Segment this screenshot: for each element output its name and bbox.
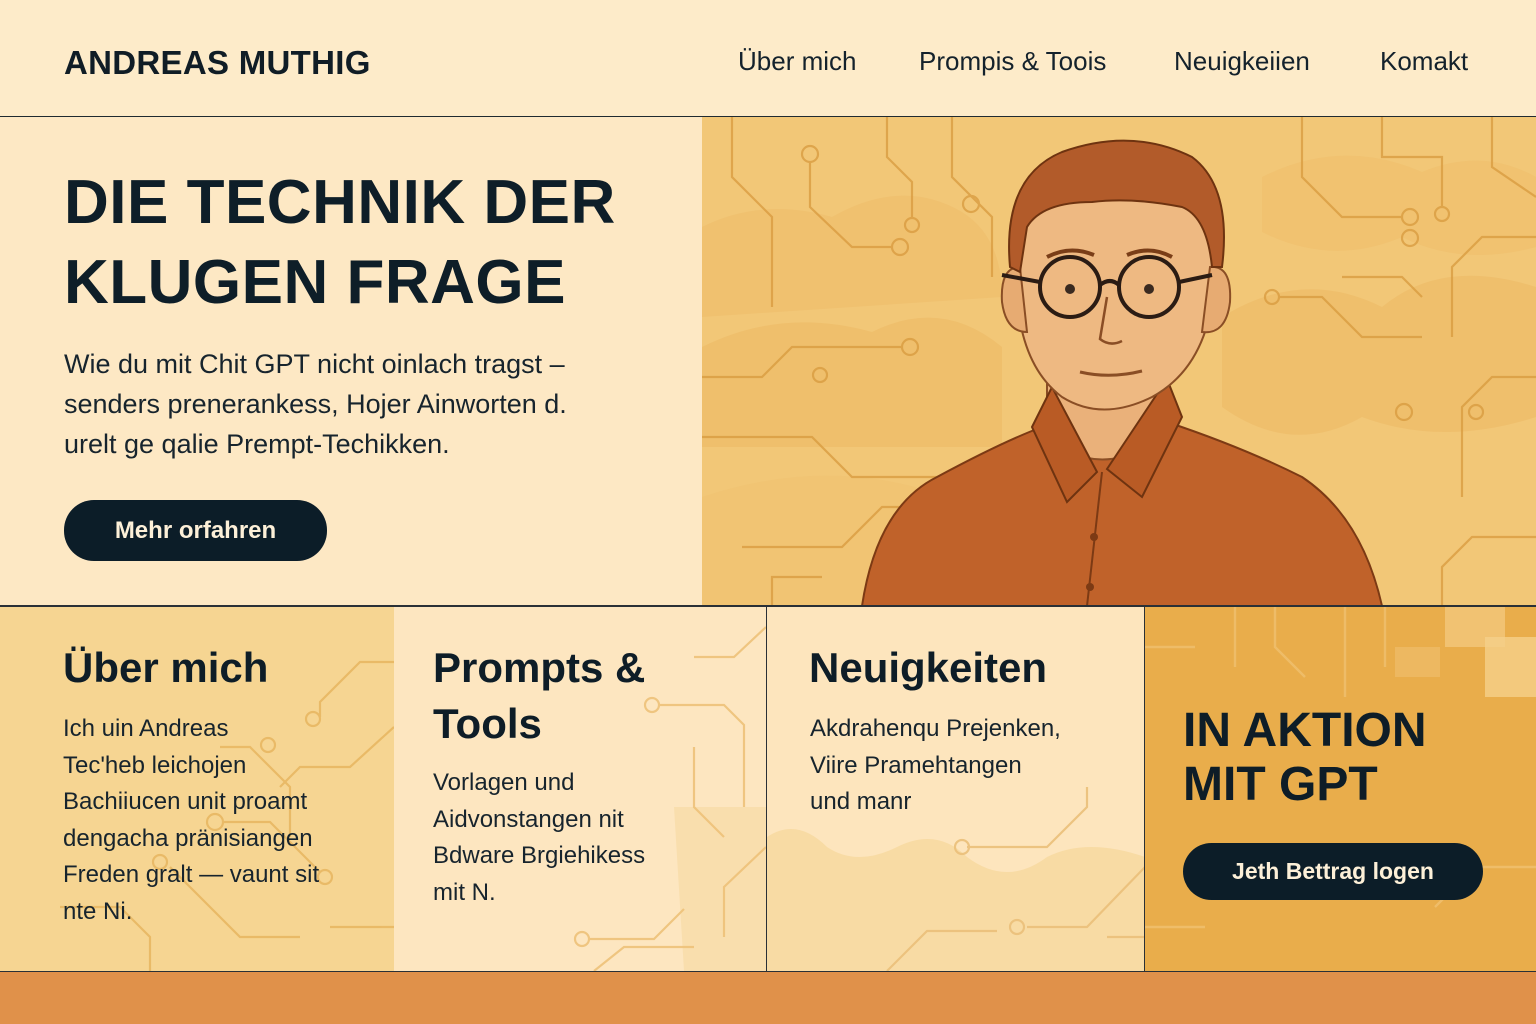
write-post-button[interactable]: Jeth Bettrag logen bbox=[1183, 843, 1483, 900]
card-news[interactable]: Neuigkeiten Akdrahenqu Prejenken, Viire … bbox=[766, 607, 1144, 971]
hero-subtitle-line: urelt ge qalie Prempt-Techikken. bbox=[64, 429, 450, 459]
hero-title: DIE TECHNIK DER KLUGEN FRAGE bbox=[64, 163, 616, 323]
card-title-line: Tools bbox=[433, 700, 542, 747]
circuit-background bbox=[702, 117, 1536, 606]
hero-title-line: KLUGEN FRAGE bbox=[64, 248, 566, 317]
card-text-line: Tec'heb leichojen bbox=[63, 751, 247, 779]
hero-subtitle-line: senders prenerankess, Hojer Ainworten d. bbox=[64, 389, 567, 419]
card-title-line: Über mich bbox=[63, 644, 269, 691]
card-title: Prompts & Tools bbox=[433, 640, 645, 752]
learn-more-button[interactable]: Mehr orfahren bbox=[64, 500, 327, 561]
hero-subtitle-line: Wie du mit Chit GPT nicht oinlach tragst… bbox=[64, 349, 565, 379]
card-prompts-tools[interactable]: Prompts & Tools Vorlagen und Aidvonstang… bbox=[394, 607, 766, 971]
card-title: IN AKTION MIT GPT bbox=[1183, 704, 1427, 812]
nav-link-about[interactable]: Über mich bbox=[738, 46, 856, 77]
hero-illustration bbox=[702, 117, 1536, 606]
card-title-line: IN AKTION bbox=[1183, 704, 1427, 757]
card-text-line: Vorlagen und bbox=[433, 769, 575, 796]
card-title-line: Prompts & bbox=[433, 644, 646, 691]
card-text-line: Viire Pramehtangen bbox=[810, 751, 1022, 779]
site-header: ANDREAS MUTHIG Über mich Prompis & Toois… bbox=[0, 0, 1536, 117]
card-text-line: dengacha pränisiangen bbox=[63, 824, 313, 852]
card-text-line: Ich uin Andreas bbox=[63, 715, 229, 742]
card-in-action[interactable]: IN AKTION MIT GPT Jeth Bettrag logen bbox=[1144, 607, 1536, 971]
card-title: Neuigkeiten bbox=[809, 640, 1047, 696]
card-text: Ich uin Andreas Tec'heb leichojen Bachii… bbox=[63, 711, 319, 930]
nav-link-news[interactable]: Neuigkeiien bbox=[1174, 46, 1310, 77]
footer-band bbox=[0, 971, 1536, 1024]
nav-link-contact[interactable]: Komakt bbox=[1380, 46, 1468, 77]
card-text: Akdrahenqu Prejenken, Viire Pramehtangen… bbox=[810, 711, 1061, 821]
card-text-line: Bdware Brgiehikess bbox=[433, 842, 646, 869]
card-text-line: Akdrahenqu Prejenken, bbox=[810, 715, 1061, 742]
hero-title-line: DIE TECHNIK DER bbox=[64, 168, 616, 237]
card-text-line: Aidvonstangen nit bbox=[433, 805, 624, 833]
nav-link-prompts-tools[interactable]: Prompis & Toois bbox=[919, 46, 1106, 77]
card-text-line: und manr bbox=[810, 788, 912, 815]
brand-logo[interactable]: ANDREAS MUTHIG bbox=[64, 44, 371, 82]
card-title-line: MIT GPT bbox=[1183, 758, 1378, 811]
card-title-line: Neuigkeiten bbox=[809, 644, 1048, 691]
card-text-line: Freden gralt — vaunt sit bbox=[63, 861, 320, 888]
card-text-line: Bachiiucen unit proamt bbox=[63, 788, 308, 815]
card-text: Vorlagen und Aidvonstangen nit Bdware Br… bbox=[433, 765, 645, 911]
card-title: Über mich bbox=[63, 640, 268, 696]
card-text-line: nte Ni. bbox=[63, 897, 133, 925]
card-text-line: mit N. bbox=[433, 878, 496, 906]
card-about[interactable]: Über mich Ich uin Andreas Tec'heb leicho… bbox=[0, 607, 394, 971]
hero-subtitle: Wie du mit Chit GPT nicht oinlach tragst… bbox=[64, 344, 664, 464]
